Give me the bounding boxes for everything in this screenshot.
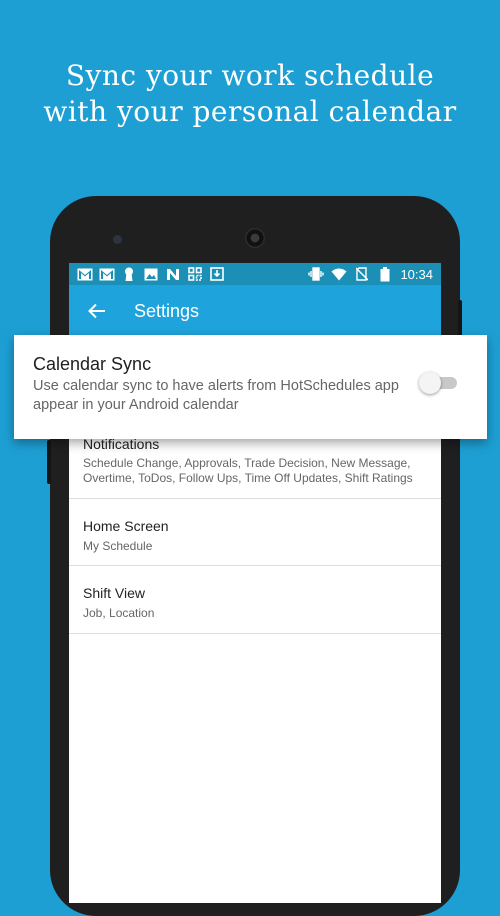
gmail-icon: [77, 267, 93, 281]
settings-item-title: Home Screen: [83, 518, 169, 534]
settings-item-subtitle: Schedule Change, Approvals, Trade Decisi…: [83, 456, 413, 485]
status-time: 10:34: [400, 266, 433, 282]
headline-line-2: with your personal calendar: [43, 95, 457, 128]
calendar-sync-card[interactable]: Calendar Sync Use calendar sync to have …: [14, 335, 487, 439]
calendar-sync-title: Calendar Sync: [33, 354, 152, 374]
wifi-icon: [331, 267, 347, 281]
toggle-thumb: [419, 372, 441, 394]
no-sim-icon: [354, 267, 370, 281]
phone-side-button: [47, 440, 51, 484]
back-button[interactable]: [85, 299, 109, 323]
settings-item-shift-view[interactable]: Shift View Job, Location: [69, 566, 441, 634]
n-app-icon: [165, 267, 181, 281]
qr-icon: [187, 267, 203, 281]
download-icon: [209, 267, 225, 281]
settings-list: Notifications Schedule Change, Approvals…: [69, 428, 441, 634]
front-sensor: [113, 235, 122, 244]
promo-headline: Sync your work schedule with your person…: [0, 58, 500, 130]
keyhole-icon: [121, 267, 137, 281]
vibrate-icon: [308, 267, 325, 281]
gmail-icon: [99, 267, 115, 281]
settings-item-subtitle: My Schedule: [83, 539, 153, 553]
app-bar: Settings: [69, 285, 441, 337]
arrow-left-icon: [88, 303, 105, 319]
front-camera: [245, 228, 265, 248]
system-icons: 10:34: [308, 266, 433, 282]
headline-line-1: Sync your work schedule: [65, 59, 435, 92]
notification-icons: [77, 267, 225, 281]
image-icon: [143, 267, 159, 281]
calendar-sync-description: Use calendar sync to have alerts from Ho…: [33, 378, 399, 413]
settings-item-subtitle: Job, Location: [83, 606, 155, 620]
settings-item-title: Shift View: [83, 585, 145, 601]
page-title: Settings: [134, 300, 200, 321]
calendar-sync-toggle[interactable]: [419, 372, 459, 394]
battery-icon: [377, 266, 393, 281]
settings-item-home-screen[interactable]: Home Screen My Schedule: [69, 499, 441, 566]
status-bar: 10:34: [69, 263, 441, 285]
